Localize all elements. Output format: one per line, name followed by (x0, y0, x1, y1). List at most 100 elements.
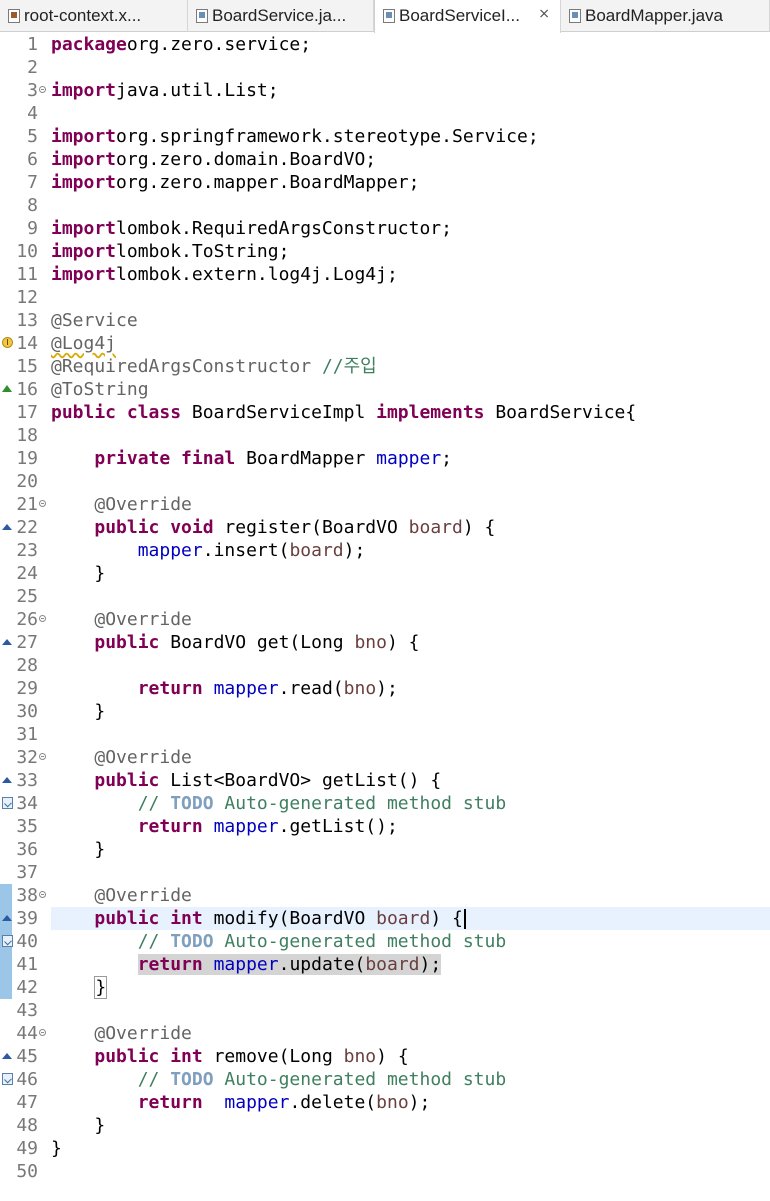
code-line[interactable]: 22 public void register(BoardVO board) { (0, 516, 770, 539)
code-text[interactable]: @Service (51, 309, 138, 332)
code-line[interactable]: 19 private final BoardMapper mapper; (0, 447, 770, 470)
code-line[interactable]: 44 @Override (0, 1022, 770, 1045)
code-line[interactable]: 38 @Override (0, 884, 770, 907)
code-line[interactable]: 4 (0, 102, 770, 125)
code-line[interactable]: 43 (0, 999, 770, 1022)
code-line[interactable]: 46 // TODO Auto-generated method stub (0, 1068, 770, 1091)
code-line[interactable]: 12 (0, 286, 770, 309)
code-text[interactable]: } (51, 1114, 105, 1137)
code-line[interactable]: 9 importlombok.RequiredArgsConstructor; (0, 217, 770, 240)
fold-toggle-icon[interactable] (39, 891, 46, 898)
code-line[interactable]: 23 mapper.insert(board); (0, 539, 770, 562)
tab-board-mapper[interactable]: BoardMapper.java (561, 0, 770, 32)
code-text[interactable]: mapper.insert(board); (51, 539, 366, 562)
code-line[interactable]: 17 public class BoardServiceImpl implemen… (0, 401, 770, 424)
code-line[interactable]: 20 (0, 470, 770, 493)
code-line[interactable]: 11 importlombok.extern.log4j.Log4j; (0, 263, 770, 286)
code-text[interactable]: return mapper.getList(); (51, 815, 398, 838)
code-line[interactable]: 31 (0, 723, 770, 746)
fold-toggle-icon[interactable] (39, 86, 46, 93)
code-line[interactable]: 48 } (0, 1114, 770, 1137)
code-line[interactable]: 26 @Override (0, 608, 770, 631)
code-line[interactable]: 2 (0, 56, 770, 79)
code-text[interactable]: public List<BoardVO> getList() { (51, 769, 441, 792)
code-text[interactable]: public BoardVO get(Long bno) { (51, 631, 419, 654)
code-line[interactable]: 37 (0, 861, 770, 884)
code-text[interactable]: @Override (51, 746, 192, 769)
code-line[interactable]: 25 (0, 585, 770, 608)
code-line[interactable]: 45 public int remove(Long bno) { (0, 1045, 770, 1068)
code-line[interactable]: 34 // TODO Auto-generated method stub (0, 792, 770, 815)
code-line[interactable]: 28 (0, 654, 770, 677)
code-text[interactable]: public int remove(Long bno) { (51, 1045, 408, 1068)
code-text[interactable]: importlombok.extern.log4j.Log4j; (51, 263, 398, 286)
code-line[interactable]: 29 return mapper.read(bno); (0, 677, 770, 700)
code-text[interactable]: private final BoardMapper mapper; (51, 447, 452, 470)
code-text[interactable]: } (51, 976, 108, 999)
code-text[interactable]: @Override (51, 608, 192, 631)
code-text[interactable]: @Log4j (51, 332, 116, 355)
code-text[interactable]: return mapper.read(bno); (51, 677, 398, 700)
code-text[interactable]: @Override (51, 493, 192, 516)
code-text[interactable]: importlombok.ToString; (51, 240, 289, 263)
code-line[interactable]: 33 public List<BoardVO> getList() { (0, 769, 770, 792)
close-icon[interactable]: ⨯ (538, 5, 550, 22)
code-line[interactable]: 10 importlombok.ToString; (0, 240, 770, 263)
code-line[interactable]: 3 importjava.util.List; (0, 79, 770, 102)
code-text[interactable]: importorg.springframework.stereotype.Ser… (51, 125, 539, 148)
code-line[interactable]: 41 return mapper.update(board); (0, 953, 770, 976)
code-line[interactable]: 40 // TODO Auto-generated method stub (0, 930, 770, 953)
code-text[interactable]: @ToString (51, 378, 149, 401)
code-text[interactable]: @Override (51, 1022, 192, 1045)
code-line[interactable]: 35 return mapper.getList(); (0, 815, 770, 838)
code-line[interactable]: 14 @Log4j (0, 332, 770, 355)
code-line[interactable]: 7 importorg.zero.mapper.BoardMapper; (0, 171, 770, 194)
code-text[interactable]: importlombok.RequiredArgsConstructor; (51, 217, 452, 240)
code-line[interactable]: 49} (0, 1137, 770, 1160)
tab-board-service[interactable]: BoardService.ja... (188, 0, 374, 32)
code-text[interactable]: } (51, 1137, 62, 1160)
code-line[interactable]: 6 importorg.zero.domain.BoardVO; (0, 148, 770, 171)
fold-toggle-icon[interactable] (39, 753, 46, 760)
code-text[interactable]: } (51, 562, 105, 585)
code-line[interactable]: 18 (0, 424, 770, 447)
fold-toggle-icon[interactable] (39, 500, 46, 507)
code-text[interactable]: return mapper.delete(bno); (51, 1091, 431, 1114)
code-text[interactable]: @Override (51, 884, 192, 907)
code-text[interactable]: importorg.zero.mapper.BoardMapper; (51, 171, 419, 194)
code-text[interactable]: } (51, 838, 105, 861)
code-text[interactable]: // TODO Auto-generated method stub (51, 792, 506, 815)
code-line[interactable]: 21 @Override (0, 493, 770, 516)
fold-toggle-icon[interactable] (39, 1029, 46, 1036)
code-line[interactable]: 50 (0, 1160, 770, 1183)
code-line[interactable]: 42 } (0, 976, 770, 999)
code-text[interactable]: importorg.zero.domain.BoardVO; (51, 148, 376, 171)
code-line[interactable]: 39 public int modify(BoardVO board) { (0, 907, 770, 930)
code-line[interactable]: 13 @Service (0, 309, 770, 332)
code-text[interactable]: packageorg.zero.service; (51, 33, 311, 56)
code-line[interactable]: 1 packageorg.zero.service; (0, 33, 770, 56)
code-text[interactable]: // TODO Auto-generated method stub (51, 930, 506, 953)
code-text[interactable]: return mapper.update(board); (51, 953, 442, 976)
code-text[interactable]: importjava.util.List; (51, 79, 279, 102)
tab-root-context[interactable]: root-context.x... (0, 0, 188, 32)
code-line[interactable]: 36 } (0, 838, 770, 861)
code-line[interactable]: 5 importorg.springframework.stereotype.Se… (0, 125, 770, 148)
code-line[interactable]: 27 public BoardVO get(Long bno) { (0, 631, 770, 654)
code-text[interactable]: public class BoardServiceImpl implements… (51, 401, 636, 424)
tab-board-service-impl[interactable]: BoardServiceI... ⨯ (374, 0, 561, 33)
code-text[interactable]: } (51, 700, 105, 723)
code-line[interactable]: 32 @Override (0, 746, 770, 769)
code-line[interactable]: 15 @RequiredArgsConstructor //주입 (0, 355, 770, 378)
code-line[interactable]: 30 } (0, 700, 770, 723)
code-text[interactable]: @RequiredArgsConstructor //주입 (51, 355, 377, 378)
code-text[interactable]: // TODO Auto-generated method stub (51, 1068, 506, 1091)
code-line[interactable]: 47 return mapper.delete(bno); (0, 1091, 770, 1114)
code-text[interactable]: public int modify(BoardVO board) { (51, 907, 466, 930)
code-text[interactable]: public void register(BoardVO board) { (51, 516, 495, 539)
code-line[interactable]: 24 } (0, 562, 770, 585)
code-line[interactable]: 8 (0, 194, 770, 217)
code-editor[interactable]: 1 packageorg.zero.service; 2 3 importjava.ut… (0, 33, 770, 1201)
fold-toggle-icon[interactable] (39, 615, 46, 622)
code-line[interactable]: 16 @ToString (0, 378, 770, 401)
